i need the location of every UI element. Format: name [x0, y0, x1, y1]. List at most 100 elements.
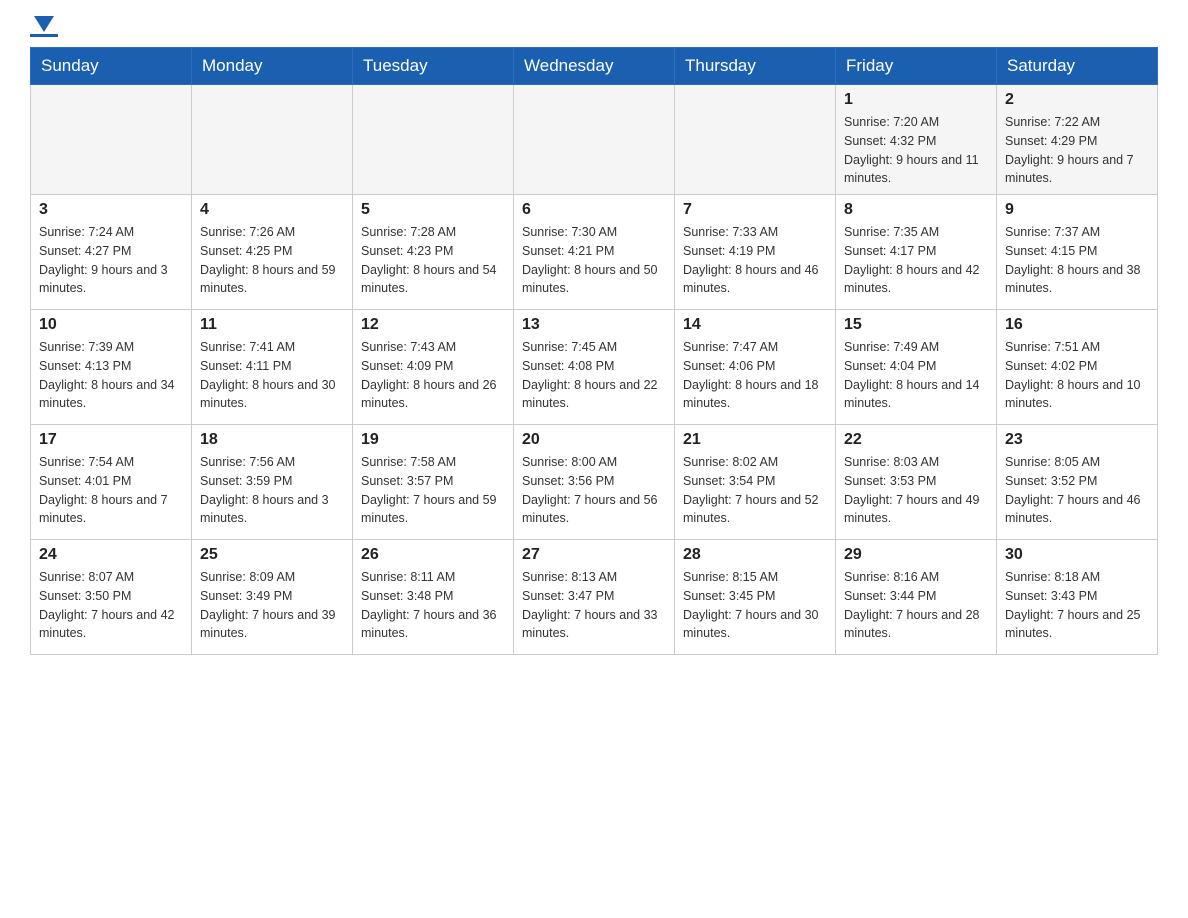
- column-header-friday: Friday: [836, 48, 997, 85]
- day-info: Sunrise: 7:20 AMSunset: 4:32 PMDaylight:…: [844, 113, 988, 188]
- day-number: 13: [522, 316, 666, 334]
- logo: [30, 20, 58, 37]
- calendar-cell: 14 Sunrise: 7:47 AMSunset: 4:06 PMDayligh…: [675, 310, 836, 425]
- calendar-cell: 19Sunrise: 7:58 AMSunset: 3:57 PMDayligh…: [353, 425, 514, 540]
- calendar-cell: 9 Sunrise: 7:37 AMSunset: 4:15 PMDaylight…: [997, 195, 1158, 310]
- day-info: Sunrise: 8:11 AMSunset: 3:48 PMDaylight:…: [361, 568, 505, 643]
- day-info: Sunrise: 7:43 AMSunset: 4:09 PMDaylight:…: [361, 338, 505, 413]
- calendar-cell: 30 Sunrise: 8:18 AMSunset: 3:43 PMDayligh…: [997, 540, 1158, 655]
- day-info: Sunrise: 7:39 AMSunset: 4:13 PMDaylight:…: [39, 338, 183, 413]
- day-info: Sunrise: 8:16 AMSunset: 3:44 PMDaylight:…: [844, 568, 988, 643]
- day-info: Sunrise: 7:56 AMSunset: 3:59 PMDaylight:…: [200, 453, 344, 528]
- calendar-week-row: 24 Sunrise: 8:07 AMSunset: 3:50 PMDayligh…: [31, 540, 1158, 655]
- day-number: 24: [39, 546, 183, 564]
- calendar-table: SundayMondayTuesdayWednesdayThursdayFrid…: [30, 47, 1158, 655]
- day-info: Sunrise: 8:13 AMSunset: 3:47 PMDaylight:…: [522, 568, 666, 643]
- day-number: 8: [844, 201, 988, 219]
- calendar-cell: 21 Sunrise: 8:02 AMSunset: 3:54 PMDayligh…: [675, 425, 836, 540]
- calendar-cell: 7 Sunrise: 7:33 AMSunset: 4:19 PMDaylight…: [675, 195, 836, 310]
- day-number: 29: [844, 546, 988, 564]
- day-info: Sunrise: 8:00 AMSunset: 3:56 PMDaylight:…: [522, 453, 666, 528]
- calendar-cell: 5 Sunrise: 7:28 AMSunset: 4:23 PMDaylight…: [353, 195, 514, 310]
- calendar-cell: [31, 85, 192, 195]
- calendar-week-row: 10 Sunrise: 7:39 AMSunset: 4:13 PMDayligh…: [31, 310, 1158, 425]
- calendar-cell: 23Sunrise: 8:05 AMSunset: 3:52 PMDayligh…: [997, 425, 1158, 540]
- calendar-cell: [675, 85, 836, 195]
- calendar-cell: 27 Sunrise: 8:13 AMSunset: 3:47 PMDayligh…: [514, 540, 675, 655]
- page-header: [30, 20, 1158, 37]
- day-info: Sunrise: 7:35 AMSunset: 4:17 PMDaylight:…: [844, 223, 988, 298]
- day-info: Sunrise: 7:54 AMSunset: 4:01 PMDaylight:…: [39, 453, 183, 528]
- day-number: 3: [39, 201, 183, 219]
- calendar-cell: 8 Sunrise: 7:35 AMSunset: 4:17 PMDaylight…: [836, 195, 997, 310]
- day-number: 16: [1005, 316, 1149, 334]
- calendar-header-row: SundayMondayTuesdayWednesdayThursdayFrid…: [31, 48, 1158, 85]
- calendar-cell: [514, 85, 675, 195]
- day-info: Sunrise: 8:05 AMSunset: 3:52 PMDaylight:…: [1005, 453, 1149, 528]
- calendar-cell: 4 Sunrise: 7:26 AMSunset: 4:25 PMDaylight…: [192, 195, 353, 310]
- day-number: 7: [683, 201, 827, 219]
- calendar-cell: 24 Sunrise: 8:07 AMSunset: 3:50 PMDayligh…: [31, 540, 192, 655]
- day-info: Sunrise: 7:49 AMSunset: 4:04 PMDaylight:…: [844, 338, 988, 413]
- day-number: 25: [200, 546, 344, 564]
- day-number: 14: [683, 316, 827, 334]
- calendar-cell: [192, 85, 353, 195]
- column-header-thursday: Thursday: [675, 48, 836, 85]
- day-number: 30: [1005, 546, 1149, 564]
- column-header-monday: Monday: [192, 48, 353, 85]
- day-number: 17: [39, 431, 183, 449]
- day-info: Sunrise: 7:41 AMSunset: 4:11 PMDaylight:…: [200, 338, 344, 413]
- calendar-cell: 18 Sunrise: 7:56 AMSunset: 3:59 PMDayligh…: [192, 425, 353, 540]
- calendar-cell: 16Sunrise: 7:51 AMSunset: 4:02 PMDayligh…: [997, 310, 1158, 425]
- day-number: 26: [361, 546, 505, 564]
- day-number: 12: [361, 316, 505, 334]
- calendar-cell: 20Sunrise: 8:00 AMSunset: 3:56 PMDayligh…: [514, 425, 675, 540]
- day-number: 5: [361, 201, 505, 219]
- day-info: Sunrise: 8:09 AMSunset: 3:49 PMDaylight:…: [200, 568, 344, 643]
- day-info: Sunrise: 7:33 AMSunset: 4:19 PMDaylight:…: [683, 223, 827, 298]
- calendar-cell: 2Sunrise: 7:22 AMSunset: 4:29 PMDaylight…: [997, 85, 1158, 195]
- day-number: 15: [844, 316, 988, 334]
- day-info: Sunrise: 8:07 AMSunset: 3:50 PMDaylight:…: [39, 568, 183, 643]
- calendar-cell: 3 Sunrise: 7:24 AMSunset: 4:27 PMDaylight…: [31, 195, 192, 310]
- calendar-cell: 25 Sunrise: 8:09 AMSunset: 3:49 PMDayligh…: [192, 540, 353, 655]
- day-number: 9: [1005, 201, 1149, 219]
- column-header-sunday: Sunday: [31, 48, 192, 85]
- calendar-cell: 12 Sunrise: 7:43 AMSunset: 4:09 PMDayligh…: [353, 310, 514, 425]
- logo-underline: [30, 34, 58, 37]
- day-number: 28: [683, 546, 827, 564]
- day-number: 27: [522, 546, 666, 564]
- calendar-cell: 1 Sunrise: 7:20 AMSunset: 4:32 PMDaylight…: [836, 85, 997, 195]
- day-info: Sunrise: 7:45 AMSunset: 4:08 PMDaylight:…: [522, 338, 666, 413]
- calendar-cell: 6Sunrise: 7:30 AMSunset: 4:21 PMDaylight…: [514, 195, 675, 310]
- calendar-cell: 10 Sunrise: 7:39 AMSunset: 4:13 PMDayligh…: [31, 310, 192, 425]
- day-info: Sunrise: 7:26 AMSunset: 4:25 PMDaylight:…: [200, 223, 344, 298]
- day-info: Sunrise: 8:18 AMSunset: 3:43 PMDaylight:…: [1005, 568, 1149, 643]
- calendar-cell: 22 Sunrise: 8:03 AMSunset: 3:53 PMDayligh…: [836, 425, 997, 540]
- day-number: 10: [39, 316, 183, 334]
- calendar-cell: 26 Sunrise: 8:11 AMSunset: 3:48 PMDayligh…: [353, 540, 514, 655]
- column-header-tuesday: Tuesday: [353, 48, 514, 85]
- column-header-saturday: Saturday: [997, 48, 1158, 85]
- calendar-cell: 29 Sunrise: 8:16 AMSunset: 3:44 PMDayligh…: [836, 540, 997, 655]
- calendar-cell: 13 Sunrise: 7:45 AMSunset: 4:08 PMDayligh…: [514, 310, 675, 425]
- day-info: Sunrise: 7:24 AMSunset: 4:27 PMDaylight:…: [39, 223, 183, 298]
- day-number: 18: [200, 431, 344, 449]
- calendar-cell: 17 Sunrise: 7:54 AMSunset: 4:01 PMDayligh…: [31, 425, 192, 540]
- calendar-cell: 28Sunrise: 8:15 AMSunset: 3:45 PMDayligh…: [675, 540, 836, 655]
- day-info: Sunrise: 7:28 AMSunset: 4:23 PMDaylight:…: [361, 223, 505, 298]
- day-info: Sunrise: 7:37 AMSunset: 4:15 PMDaylight:…: [1005, 223, 1149, 298]
- day-number: 4: [200, 201, 344, 219]
- day-number: 21: [683, 431, 827, 449]
- calendar-cell: [353, 85, 514, 195]
- day-info: Sunrise: 8:02 AMSunset: 3:54 PMDaylight:…: [683, 453, 827, 528]
- day-info: Sunrise: 7:47 AMSunset: 4:06 PMDaylight:…: [683, 338, 827, 413]
- day-number: 11: [200, 316, 344, 334]
- calendar-cell: 11 Sunrise: 7:41 AMSunset: 4:11 PMDayligh…: [192, 310, 353, 425]
- day-number: 1: [844, 91, 988, 109]
- day-info: Sunrise: 8:03 AMSunset: 3:53 PMDaylight:…: [844, 453, 988, 528]
- day-info: Sunrise: 7:58 AMSunset: 3:57 PMDaylight:…: [361, 453, 505, 528]
- column-header-wednesday: Wednesday: [514, 48, 675, 85]
- day-number: 22: [844, 431, 988, 449]
- calendar-week-row: 1 Sunrise: 7:20 AMSunset: 4:32 PMDaylight…: [31, 85, 1158, 195]
